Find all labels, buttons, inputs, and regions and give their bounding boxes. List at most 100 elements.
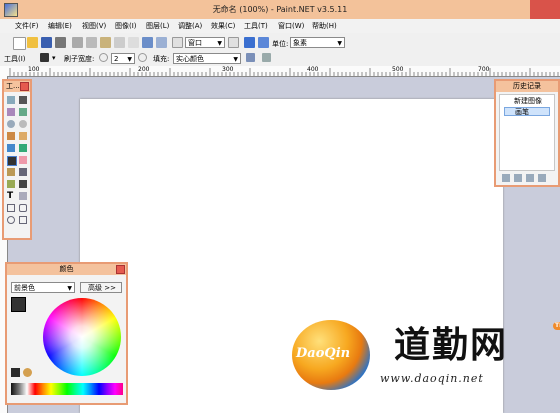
- rounded-rectangle-icon[interactable]: [19, 204, 27, 212]
- pan-icon[interactable]: [19, 132, 27, 140]
- menu-view[interactable]: 视图(V): [82, 21, 106, 31]
- color-wheel-overlay: [43, 298, 121, 376]
- color-palette[interactable]: [11, 383, 123, 395]
- ellipse-select-icon[interactable]: [7, 120, 15, 128]
- zoom-in-icon[interactable]: [228, 37, 239, 48]
- menu-image[interactable]: 图像(I): [115, 21, 137, 31]
- pencil-icon[interactable]: [7, 168, 15, 176]
- tools-panel-header: 工...: [4, 81, 30, 92]
- new-file-icon[interactable]: [13, 37, 26, 50]
- freeform-shape-icon[interactable]: [19, 216, 27, 224]
- close-icon[interactable]: [20, 82, 29, 91]
- crop-icon[interactable]: [114, 37, 125, 48]
- menu-layers[interactable]: 图层(L): [146, 21, 169, 31]
- zoom-select[interactable]: 窗口 ▼: [185, 37, 225, 48]
- move-selected-icon[interactable]: [19, 108, 27, 116]
- tool-chevron[interactable]: ▾: [52, 54, 56, 62]
- brush-width-select[interactable]: 2 ▼: [111, 53, 135, 64]
- print-icon[interactable]: [55, 37, 66, 48]
- window-title: 无命名 (100%) - Paint.NET v3.5.11: [212, 5, 348, 14]
- menu-file[interactable]: 文件(F): [15, 21, 39, 31]
- menu-window[interactable]: 窗口(W): [278, 21, 304, 31]
- zoom-value: 窗口: [188, 39, 202, 47]
- units-select[interactable]: 象素 ▼: [290, 37, 345, 48]
- palette-menu-icon[interactable]: [23, 368, 32, 377]
- paste-icon[interactable]: [100, 37, 111, 48]
- brush-width-value: 2: [114, 55, 119, 63]
- clone-stamp-icon[interactable]: [7, 180, 15, 188]
- more-button-label: 高级 >>: [88, 284, 116, 292]
- copy-icon[interactable]: [86, 37, 97, 48]
- magic-wand-icon[interactable]: [7, 132, 15, 140]
- history-rewind-icon[interactable]: [502, 174, 510, 182]
- ruler-label: 300: [222, 66, 234, 73]
- lasso-icon[interactable]: [7, 108, 15, 116]
- title-bar: 无命名 (100%) - Paint.NET v3.5.11: [0, 0, 560, 20]
- ruler-label: 700: [478, 66, 490, 73]
- menu-bar: 文件(F) 编辑(E) 视图(V) 图像(I) 图层(L) 调整(A) 效果(C…: [0, 19, 560, 33]
- open-file-icon[interactable]: [27, 37, 38, 48]
- paintbrush-icon[interactable]: [40, 53, 49, 62]
- save-icon[interactable]: [41, 37, 52, 48]
- tool-label: 工具(I): [4, 55, 26, 63]
- brand-url: www.daoqin.net: [380, 372, 484, 385]
- more-button[interactable]: 高级 >>: [80, 282, 122, 293]
- history-panel: 历史记录 新建图像 画笔: [494, 79, 560, 187]
- brand-name: 道勤网: [394, 324, 509, 366]
- history-undo-icon[interactable]: [514, 174, 522, 182]
- primary-secondary-select[interactable]: 前景色 ▼: [11, 282, 75, 293]
- ruler-label: 500: [392, 66, 404, 73]
- history-item[interactable]: 新建图像: [504, 97, 550, 106]
- tool-options-bar: 工具(I) ▾ 刷子宽度: 2 ▼ 填充: 实心颜色 ▼: [0, 51, 560, 67]
- redo-icon[interactable]: [156, 37, 167, 48]
- chevron-down-icon: ▼: [67, 285, 72, 292]
- ellipse-icon[interactable]: [7, 216, 15, 224]
- cut-icon[interactable]: [72, 37, 83, 48]
- menu-tools[interactable]: 工具(T): [244, 21, 268, 31]
- color-picker-icon[interactable]: [19, 168, 27, 176]
- primary-color-swatch[interactable]: [11, 297, 26, 312]
- menu-edit[interactable]: 编辑(E): [48, 21, 72, 31]
- history-item-selected[interactable]: 画笔: [504, 107, 550, 116]
- units-value: 象素: [293, 39, 307, 47]
- recolor-icon[interactable]: [19, 180, 27, 188]
- gradient-icon[interactable]: [19, 144, 27, 152]
- grid-toggle-icon[interactable]: [244, 37, 255, 48]
- decrease-width-icon[interactable]: [99, 53, 108, 62]
- text-tool-icon[interactable]: T: [7, 192, 15, 201]
- menu-adjustments[interactable]: 调整(A): [178, 21, 202, 31]
- history-item-label: 新建图像: [514, 97, 542, 105]
- paint-bucket-icon[interactable]: [7, 144, 15, 152]
- color-wheel[interactable]: [43, 298, 121, 376]
- history-list: 新建图像 画笔: [499, 94, 555, 171]
- units-label: 单位:: [272, 40, 289, 48]
- tools-panel-title: 工...: [6, 82, 20, 90]
- line-curve-icon[interactable]: [19, 192, 27, 200]
- history-forward-icon[interactable]: [538, 174, 546, 182]
- rectangle-select-icon[interactable]: [7, 96, 15, 104]
- window-close-button[interactable]: [530, 0, 560, 19]
- fill-select[interactable]: 实心颜色 ▼: [173, 53, 241, 64]
- mini-swatch[interactable]: [11, 368, 20, 377]
- tools-panel: 工... T: [2, 79, 32, 240]
- antialiasing-icon[interactable]: [246, 53, 255, 62]
- rulers-toggle-icon[interactable]: [258, 37, 269, 48]
- deselect-icon[interactable]: [128, 37, 139, 48]
- blend-mode-icon[interactable]: [262, 53, 271, 62]
- primary-select-value: 前景色: [14, 284, 35, 292]
- paintbrush-tool-icon[interactable]: [7, 156, 17, 166]
- move-selection-icon[interactable]: [19, 96, 27, 104]
- ruler-label: 400: [307, 66, 319, 73]
- chevron-down-icon: ▼: [217, 40, 222, 47]
- eraser-icon[interactable]: [19, 156, 27, 164]
- history-redo-icon[interactable]: [526, 174, 534, 182]
- ruler-label: 200: [138, 66, 150, 73]
- zoom-tool-icon[interactable]: [19, 120, 27, 128]
- menu-effects[interactable]: 效果(C): [211, 21, 235, 31]
- increase-width-icon[interactable]: [138, 53, 147, 62]
- menu-help[interactable]: 帮助(H): [312, 21, 337, 31]
- rectangle-icon[interactable]: [7, 204, 15, 212]
- undo-icon[interactable]: [142, 37, 153, 48]
- close-icon[interactable]: [116, 265, 125, 274]
- zoom-icon[interactable]: [172, 37, 183, 48]
